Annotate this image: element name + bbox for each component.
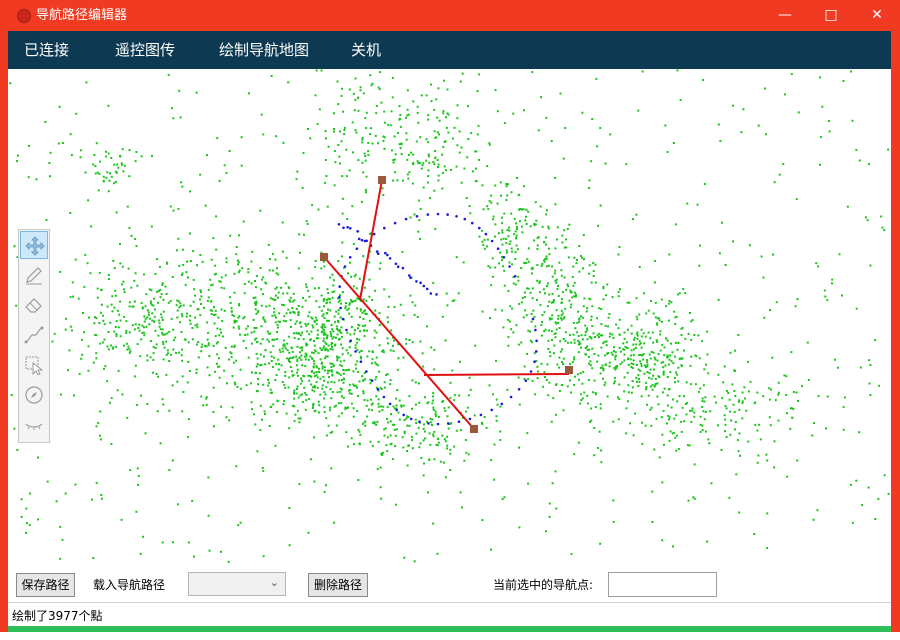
path-segment[interactable] (323, 256, 475, 430)
selected-waypoint-label: 当前选中的导航点: (493, 578, 594, 592)
load-path-combo[interactable]: ⌄ (188, 572, 286, 596)
minimize-icon: — (778, 7, 792, 23)
path-draw-tool-button[interactable] (20, 321, 48, 349)
select-tool-button[interactable] (20, 351, 48, 379)
waypoint-marker[interactable] (565, 366, 573, 374)
move-icon (25, 236, 45, 256)
eye-icon (25, 423, 43, 430)
window-frame-right (891, 31, 900, 640)
window-title: 导航路径编辑器 (36, 8, 128, 23)
menu-connection-status[interactable]: 已连接 (24, 40, 69, 60)
waypoint-marker[interactable] (470, 425, 478, 433)
title-bar: 导航路径编辑器 — □ ✕ (0, 0, 900, 31)
menu-draw-nav-map[interactable]: 绘制导航地图 (219, 40, 309, 60)
map-toolbox (18, 229, 50, 443)
delete-path-button[interactable]: 删除路径 (308, 573, 368, 597)
path-segment[interactable] (423, 373, 570, 376)
selected-waypoint-field[interactable] (608, 572, 717, 597)
waypoint-marker[interactable] (320, 253, 328, 261)
load-path-label: 载入导航路径 (93, 578, 166, 592)
eraser-icon (25, 298, 42, 313)
view-tool-button[interactable] (20, 411, 48, 439)
menu-remote-video[interactable]: 遥控图传 (115, 40, 175, 60)
save-path-button[interactable]: 保存路径 (16, 573, 75, 597)
map-svg[interactable] (8, 69, 891, 568)
status-bar: 绘制了3977个點 (8, 602, 891, 627)
waypoint-marker[interactable] (378, 176, 386, 184)
select-icon (25, 356, 44, 375)
maximize-button[interactable]: □ (808, 0, 854, 31)
app-icon (17, 9, 31, 23)
move-tool-button[interactable] (20, 231, 48, 259)
status-text: 绘制了3977个點 (12, 609, 103, 623)
eraser-tool-button[interactable] (20, 291, 48, 319)
bottom-control-panel: 保存路径 载入导航路径 ⌄ 删除路径 当前选中的导航点: (8, 568, 891, 602)
close-icon: ✕ (871, 7, 883, 23)
pencil-icon (26, 267, 42, 285)
map-canvas[interactable] (8, 69, 891, 568)
window-frame-left (0, 31, 8, 640)
menu-bar: 已连接 遥控图传 绘制导航地图 关机 (8, 31, 891, 69)
compass-tool-button[interactable] (20, 381, 48, 409)
point-cloud (9, 69, 890, 563)
minimize-button[interactable]: — (762, 0, 808, 31)
window-bottom-edge (0, 632, 900, 640)
close-button[interactable]: ✕ (854, 0, 900, 31)
path-draw-icon (24, 326, 44, 344)
maximize-icon: □ (824, 7, 838, 23)
path-segment[interactable] (359, 179, 383, 301)
compass-icon (25, 386, 43, 404)
menu-shutdown[interactable]: 关机 (351, 40, 381, 60)
pencil-tool-button[interactable] (20, 261, 48, 289)
chevron-down-icon: ⌄ (269, 576, 279, 589)
